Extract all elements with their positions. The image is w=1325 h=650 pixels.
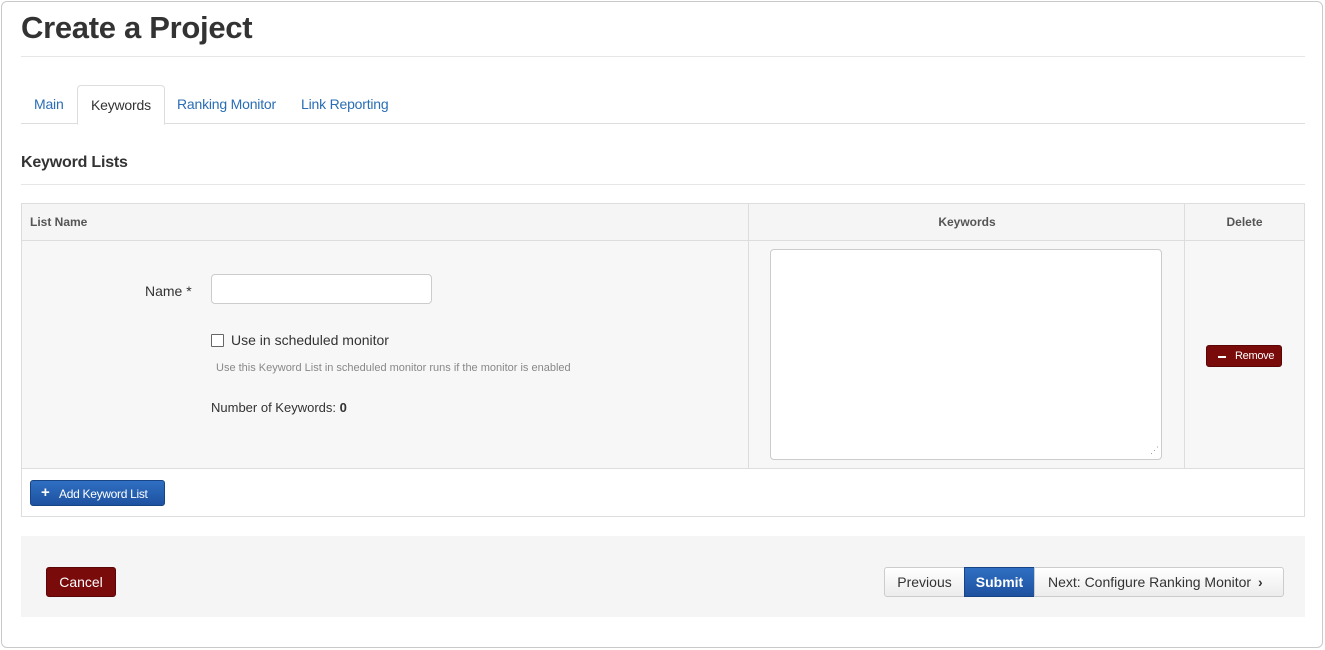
- keyword-count-label: Number of Keywords:: [211, 400, 336, 415]
- column-header-keywords: Keywords: [938, 215, 996, 229]
- name-label: Name *: [145, 283, 192, 299]
- cancel-button[interactable]: Cancel: [46, 567, 116, 597]
- chevron-right-icon: ›: [1258, 574, 1263, 590]
- list-name-input[interactable]: [211, 274, 432, 304]
- tab-keywords[interactable]: Keywords: [77, 85, 165, 125]
- remove-button-label: Remove: [1235, 350, 1275, 362]
- column-divider: [748, 204, 749, 469]
- submit-button[interactable]: Submit: [964, 567, 1035, 597]
- previous-button[interactable]: Previous: [884, 567, 965, 597]
- minus-icon: [1218, 356, 1226, 358]
- form-footer: Cancel Previous Submit Next: Configure R…: [21, 536, 1305, 617]
- keyword-count-value: 0: [339, 400, 347, 415]
- remove-list-button[interactable]: Remove: [1206, 345, 1282, 367]
- page-title: Create a Project: [21, 10, 253, 45]
- next-button[interactable]: Next: Configure Ranking Monitor ›: [1034, 567, 1284, 597]
- section-title: Keyword Lists: [21, 154, 128, 171]
- use-in-monitor-label[interactable]: Use in scheduled monitor: [231, 332, 389, 348]
- tab-link-reporting[interactable]: Link Reporting: [288, 85, 401, 124]
- tab-ranking-monitor[interactable]: Ranking Monitor: [164, 85, 289, 124]
- use-in-monitor-checkbox[interactable]: [211, 334, 224, 347]
- tab-bar: Main Keywords Ranking Monitor Link Repor…: [21, 85, 1305, 125]
- app-window: Create a Project Main Keywords Ranking M…: [1, 1, 1323, 648]
- use-in-monitor-help-text: Use this Keyword List in scheduled monit…: [216, 362, 571, 374]
- keyword-lists-table: List Name Keywords Delete Name * Use in …: [21, 203, 1305, 517]
- next-button-label: Next: Configure Ranking Monitor: [1048, 574, 1252, 590]
- plus-icon: +: [41, 484, 50, 501]
- column-header-list-name: List Name: [30, 215, 88, 229]
- add-keyword-list-label: Add Keyword List: [59, 487, 148, 501]
- title-divider: [21, 56, 1305, 57]
- section-divider: [21, 184, 1305, 185]
- add-keyword-list-button[interactable]: + Add Keyword List: [30, 480, 165, 506]
- keyword-count: Number of Keywords: 0: [211, 400, 347, 415]
- keywords-textarea[interactable]: [770, 249, 1162, 460]
- table-row: Name * Use in scheduled monitor Use this…: [22, 241, 1304, 469]
- tab-main[interactable]: Main: [21, 85, 77, 124]
- column-divider: [1184, 204, 1185, 469]
- column-header-delete: Delete: [1226, 215, 1263, 229]
- table-header: List Name Keywords Delete: [22, 204, 1304, 241]
- resize-grip-icon[interactable]: ⋰: [1150, 446, 1159, 455]
